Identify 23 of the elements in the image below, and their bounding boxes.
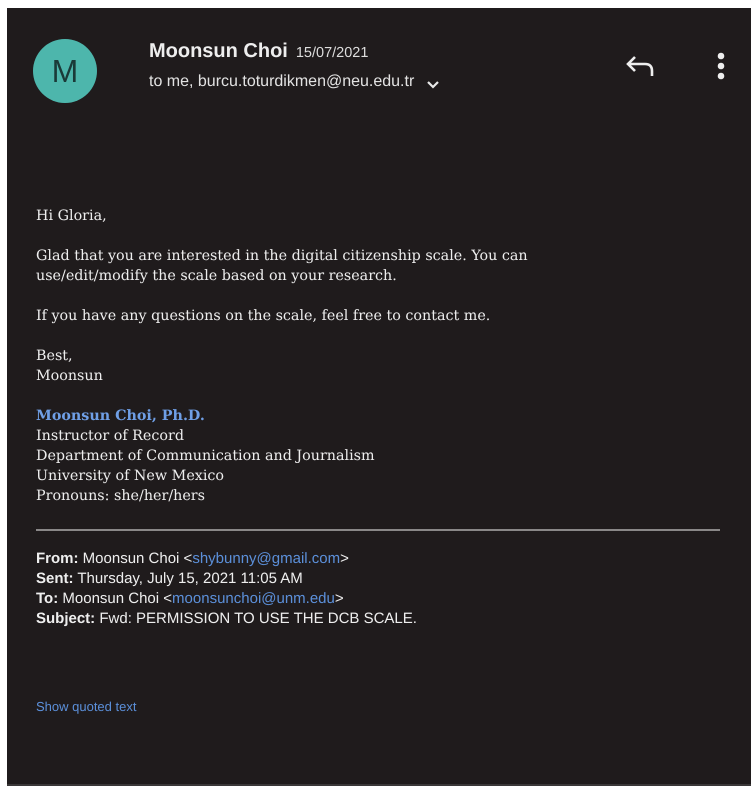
sender-name: Moonsun Choi — [149, 40, 288, 62]
signature-line: Instructor of Record — [36, 427, 185, 446]
email-link[interactable]: shybunny@gmail.com — [192, 550, 340, 567]
signature-line: University of New Mexico — [36, 467, 226, 486]
email-date: 15/07/2021 — [296, 44, 368, 60]
forwarded-header-line: From: Moonsun Choi <shybunny@gmail.com> — [36, 549, 350, 569]
forwarded-header-line: Subject: Fwd: PERMISSION TO USE THE DCB SCALE. — [36, 609, 418, 629]
signature-name: Moonsun Choi, Ph.D. — [36, 407, 206, 426]
chevron-down-icon[interactable] — [426, 80, 440, 88]
forwarded-header-line: Sent: Thursday, July 15, 2021 11:05 AM — [36, 569, 304, 589]
signature-line: Pronouns: she/her/hers — [36, 487, 206, 506]
avatar: M — [33, 39, 97, 103]
recipients: to me, burcu.toturdikmen@neu.edu.tr — [149, 72, 414, 90]
show-quoted-text-link[interactable]: Show quoted text — [36, 699, 136, 714]
more-options-icon[interactable] — [717, 52, 725, 80]
forwarded-header-line: To: Moonsun Choi <moonsunchoi@unm.edu> — [36, 589, 345, 609]
message-paragraph: Hi Gloria, — [36, 207, 108, 226]
signature-line: Department of Communication and Journalism — [36, 447, 376, 466]
message-paragraph: Best, Moonsun — [36, 347, 104, 386]
email-link[interactable]: moonsunchoi@unm.edu — [172, 590, 335, 607]
message-paragraph: Glad that you are interested in the digital citizenship scale. You can use/edit/modify the scale based on your research. — [36, 247, 529, 286]
message-paragraph: If you have any questions on the scale, feel free to contact me. — [36, 307, 492, 326]
reply-icon[interactable] — [625, 54, 655, 78]
